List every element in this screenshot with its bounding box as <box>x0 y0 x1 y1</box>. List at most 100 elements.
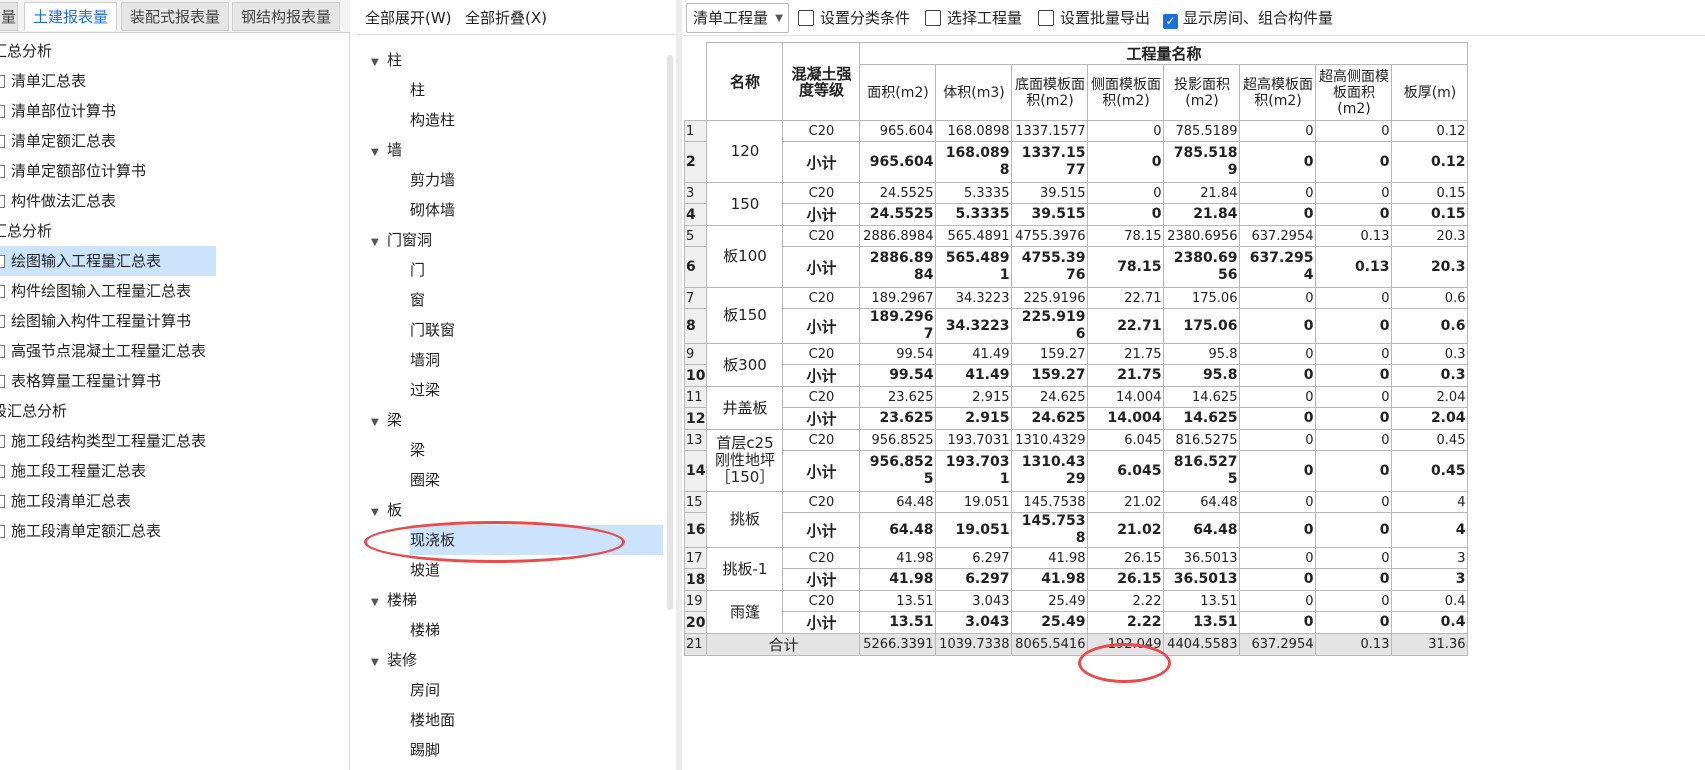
panel-divider[interactable] <box>676 0 682 770</box>
select-quantity-button[interactable]: 选择工程量 <box>925 0 1022 36</box>
quantity-type-select[interactable]: 清单工程量 ▼ <box>686 3 789 33</box>
table-row[interactable]: 20 小计 13.51 3.043 25.49 2.22 13.51 0 0 0.4 <box>683 611 1469 634</box>
table-row[interactable]: 7 板150 C20 189.2967 34.3223 225.9196 22.71 175.… <box>683 287 1469 344</box>
caret-down-icon[interactable]: ▼ <box>371 48 387 78</box>
value-cell: 0 <box>1087 120 1165 142</box>
table-row[interactable]: 5 板100 C20 2886.8984 565.4891 4755.3976 78.15 2… <box>683 225 1469 288</box>
batch-export-button[interactable]: 设置批量导出 <box>1038 0 1150 36</box>
category-item[interactable]: 圈梁 <box>410 465 440 495</box>
category-item[interactable]: 构造柱 <box>410 105 455 135</box>
table-row[interactable]: 16 小计 64.48 19.051 145.7538 21.02 64.48 0 0 4 <box>683 512 1469 548</box>
category-item[interactable]: 墙洞 <box>410 345 440 375</box>
table-row[interactable]: 13 首层c25刚性地坪［150］ C20 956.8525 193.7031 1310.… <box>683 429 1469 492</box>
category-item[interactable]: 柱 <box>410 75 425 105</box>
value-cell: 99.54 <box>859 364 937 387</box>
table-row[interactable]: 9 板300 C20 99.54 41.49 159.27 21.75 95.8 0 0 0.3 <box>683 343 1469 387</box>
caret-down-icon[interactable]: ▼ <box>371 408 387 438</box>
report-item[interactable]: 绘图输入构件工程量计算书 <box>0 306 216 336</box>
document-icon <box>0 195 5 208</box>
table-row[interactable]: 14 小计 956.8525 193.7031 1310.4329 6.045 816.52… <box>683 450 1469 492</box>
category-item[interactable]: 楼地面 <box>410 705 455 735</box>
table-row[interactable]: 1 120 C20 965.604 168.0898 1337.1577 0 785.5189… <box>683 120 1469 183</box>
category-group[interactable]: ▼ 梁 <box>371 405 402 435</box>
category-group[interactable]: ▼ 门窗洞 <box>371 225 432 255</box>
show-rooms-checkbox[interactable]: ✓ 显示房间、组合构件量 <box>1163 0 1333 36</box>
table-row[interactable]: 11 井盖板 C20 23.625 2.915 24.625 14.004 14.625 0 0 2… <box>683 386 1469 430</box>
report-item[interactable]: 清单汇总表 <box>0 66 216 96</box>
category-item[interactable]: 窗 <box>410 285 425 315</box>
report-item[interactable]: 清单定额部位计算书 <box>0 156 216 186</box>
category-group[interactable]: ▼ 装修 <box>371 645 417 675</box>
report-group[interactable]: 汇总分析 <box>0 36 214 66</box>
report-item[interactable]: 构件做法汇总表 <box>0 186 216 216</box>
total-row[interactable]: 21 合计 5266.3391 1039.7338 8065.5416 192.049 44… <box>683 633 1469 656</box>
category-group[interactable]: ▼ 板 <box>371 495 402 525</box>
row-number: 1 <box>683 120 708 142</box>
caret-down-icon[interactable]: ▼ <box>371 498 387 528</box>
value-cell: 1310.4329 <box>1011 429 1089 451</box>
value-cell: 13.51 <box>859 590 937 612</box>
category-group[interactable]: ▼ 柱 <box>371 45 402 75</box>
report-item[interactable]: 施工段工程量汇总表 <box>0 456 216 486</box>
tab-quantity[interactable]: 量 <box>0 2 18 31</box>
report-item[interactable]: 施工段清单汇总表 <box>0 486 216 516</box>
tab-steel-report[interactable]: 钢结构报表量 <box>232 2 340 31</box>
report-group[interactable]: 汇总分析 <box>0 216 214 246</box>
category-item[interactable]: 楼梯 <box>410 615 440 645</box>
report-item[interactable]: 高强节点混凝土工程量汇总表 <box>0 336 216 366</box>
value-cell: 145.7538 <box>1011 512 1089 548</box>
caret-down-icon[interactable]: ▼ <box>371 588 387 618</box>
table-row[interactable]: 18 小计 41.98 6.297 41.98 26.15 36.5013 0 0 3 <box>683 568 1469 591</box>
category-item[interactable]: 过梁 <box>410 375 440 405</box>
report-item[interactable]: 构件绘图输入工程量汇总表 <box>0 276 216 306</box>
category-scrollbar[interactable] <box>667 55 673 610</box>
table-row[interactable]: 8 小计 189.2967 34.3223 225.9196 22.71 175.06 0 0 0… <box>683 308 1469 344</box>
category-item[interactable]: 梁 <box>410 435 425 465</box>
table-row[interactable]: 6 小计 2886.8984 565.4891 4755.3976 78.15 2380.6… <box>683 246 1469 288</box>
value-cell: 2886.8984 <box>859 225 937 247</box>
grade-cell: 小计 <box>782 203 861 226</box>
collapse-all-button[interactable]: 全部折叠(X) <box>465 0 547 35</box>
table-row[interactable]: 15 挑板 C20 64.48 19.051 145.7538 21.02 64.48 0 0 4 <box>683 491 1469 548</box>
caret-down-icon[interactable]: ▼ <box>371 228 387 258</box>
value-cell: 189.2967 <box>859 308 937 344</box>
value-cell: 0 <box>1315 182 1393 204</box>
report-group[interactable]: 段汇总分析 <box>0 396 214 426</box>
category-group[interactable]: ▼ 墙 <box>371 135 402 165</box>
category-item[interactable]: 房间 <box>410 675 440 705</box>
caret-down-icon[interactable]: ▼ <box>371 648 387 678</box>
category-item[interactable]: 门 <box>410 255 425 285</box>
tab-civil-report[interactable]: 土建报表量 <box>24 2 117 31</box>
value-cell: 36.5013 <box>1163 568 1241 591</box>
category-group[interactable]: ▼ 楼梯 <box>371 585 417 615</box>
value-cell: 0 <box>1315 547 1393 569</box>
tab-prefab-report[interactable]: 装配式报表量 <box>121 2 229 31</box>
table-row[interactable]: 19 雨篷 C20 13.51 3.043 25.49 2.22 13.51 0 0 0.4 <box>683 590 1469 634</box>
grade-cell: C20 <box>782 287 861 309</box>
category-item[interactable]: 门联窗 <box>410 315 455 345</box>
category-item[interactable]: 剪力墙 <box>410 165 455 195</box>
table-row[interactable]: 17 挑板-1 C20 41.98 6.297 41.98 26.15 36.5013 0 0 3 <box>683 547 1469 591</box>
value-cell: 0 <box>1239 120 1317 142</box>
report-item-label: 汇总分析 <box>0 222 53 240</box>
value-cell: 816.5275 <box>1163 450 1241 492</box>
table-row[interactable]: 3 150 C20 24.5525 5.3335 39.515 0 21.84 0 0 0.15 <box>683 182 1469 226</box>
report-item[interactable]: 清单定额汇总表 <box>0 126 216 156</box>
report-item-label: 构件绘图输入工程量汇总表 <box>11 282 192 300</box>
table-row[interactable]: 10 小计 99.54 41.49 159.27 21.75 95.8 0 0 0.3 <box>683 364 1469 387</box>
report-item[interactable]: 施工段清单定额汇总表 <box>0 516 216 546</box>
report-item[interactable]: 施工段结构类型工程量汇总表 <box>0 426 216 456</box>
set-category-button[interactable]: 设置分类条件 <box>798 0 910 36</box>
category-item-label: 构造柱 <box>410 111 456 129</box>
report-item[interactable]: 清单部位计算书 <box>0 96 216 126</box>
expand-all-button[interactable]: 全部展开(W) <box>365 0 452 35</box>
table-row[interactable]: 12 小计 23.625 2.915 24.625 14.004 14.625 0 0 2.04 <box>683 407 1469 430</box>
table-row[interactable]: 2 小计 965.604 168.0898 1337.1577 0 785.5189 0 0 0.… <box>683 141 1469 183</box>
table-row[interactable]: 4 小计 24.5525 5.3335 39.515 0 21.84 0 0 0.15 <box>683 203 1469 226</box>
category-item[interactable]: 砌体墙 <box>410 195 455 225</box>
caret-down-icon[interactable]: ▼ <box>371 138 387 168</box>
report-item[interactable]: 绘图输入工程量汇总表 <box>0 246 216 276</box>
report-item[interactable]: 表格算量工程量计算书 <box>0 366 216 396</box>
category-item-label: 门联窗 <box>410 321 456 339</box>
category-item[interactable]: 踢脚 <box>410 735 440 765</box>
